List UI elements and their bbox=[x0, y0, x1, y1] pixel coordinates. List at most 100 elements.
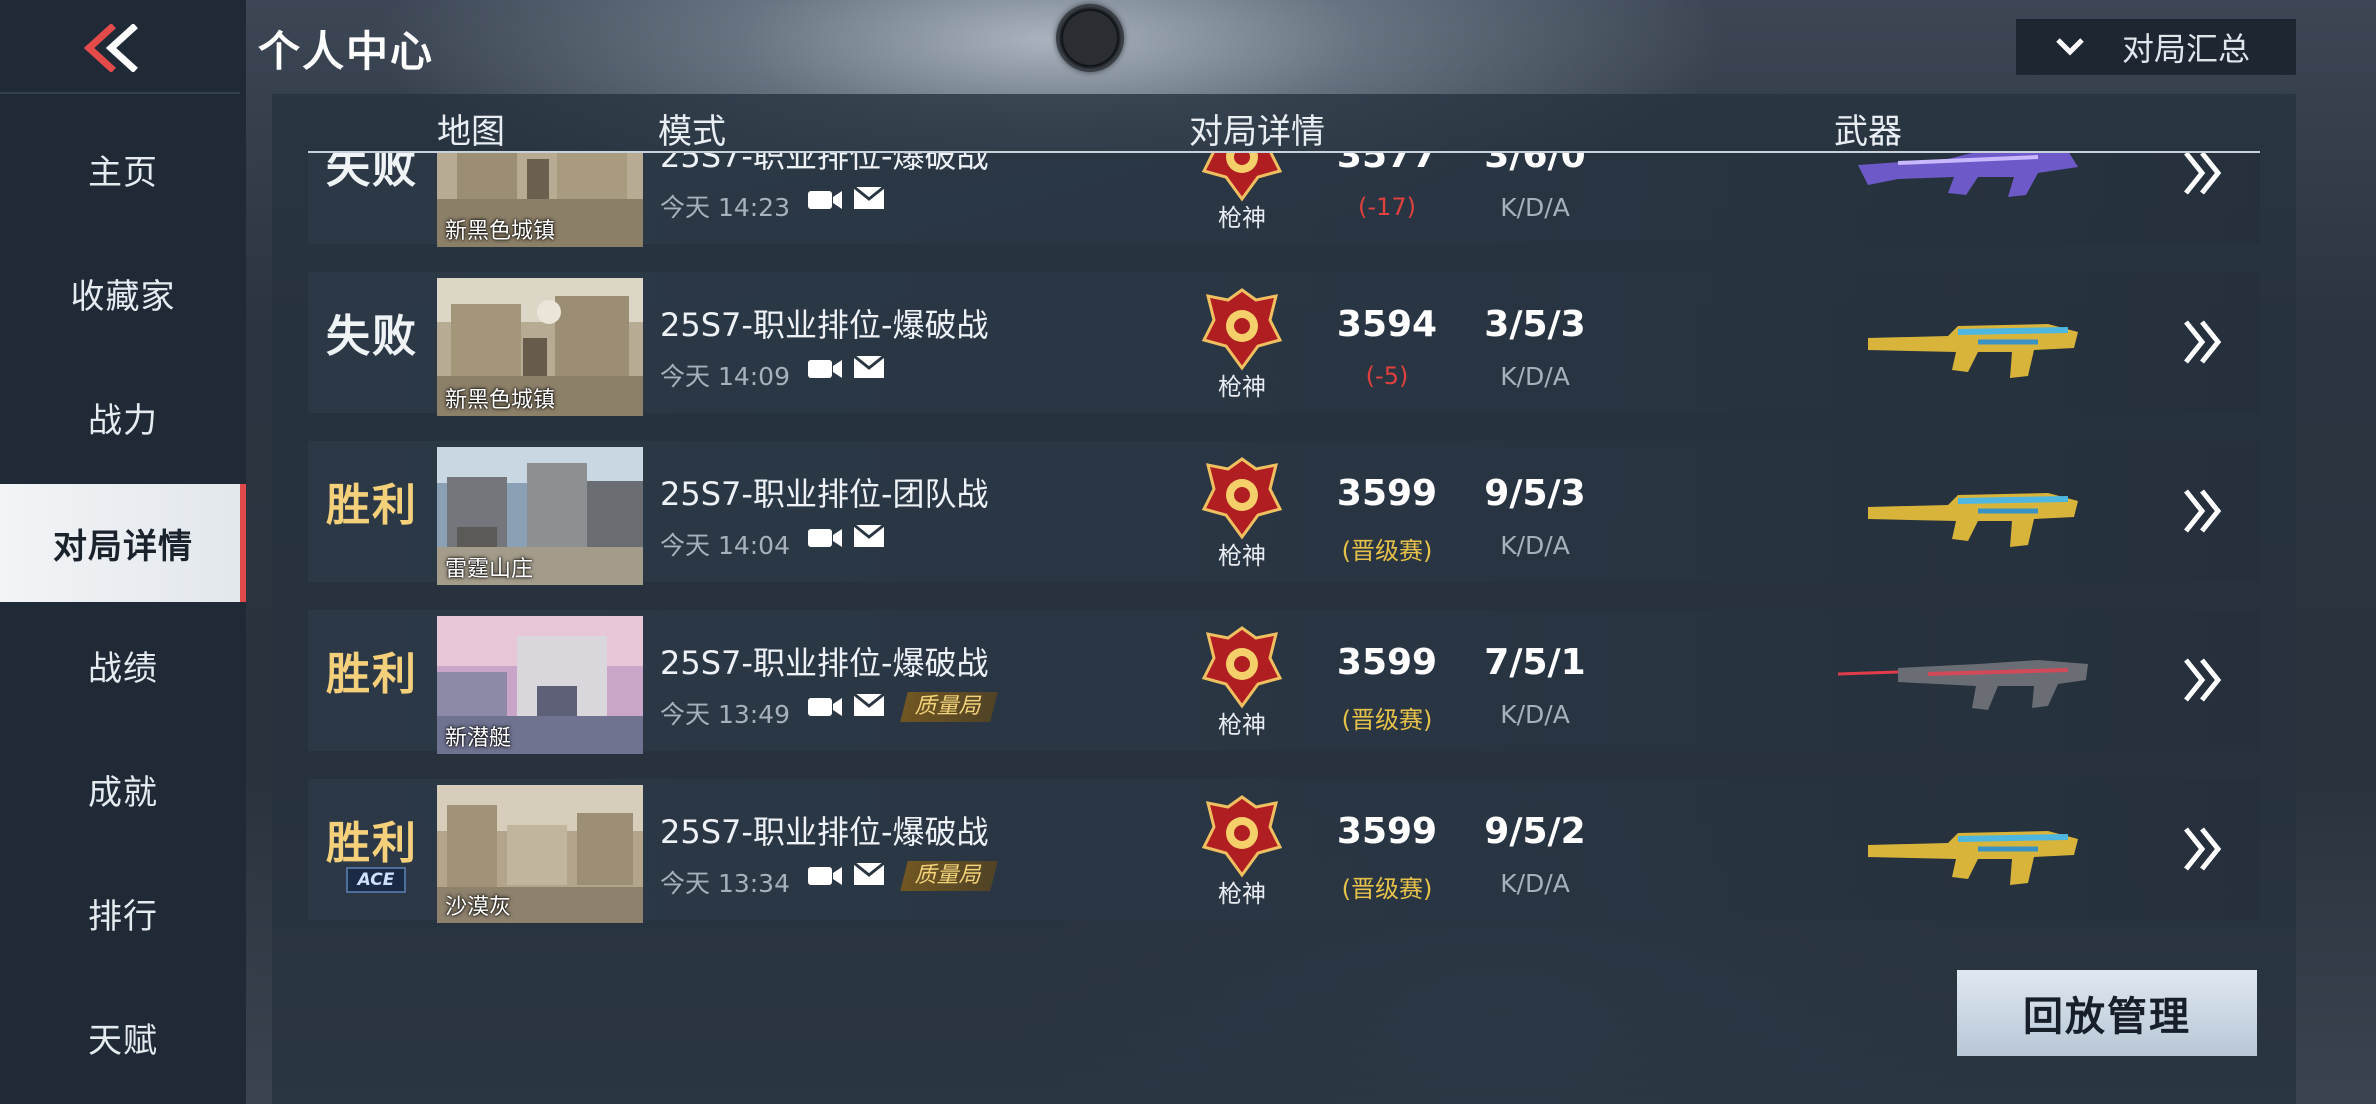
envelope-icon[interactable] bbox=[852, 183, 886, 213]
mode-label: 25S7-职业排位-团队战 bbox=[660, 475, 989, 513]
weapon-image bbox=[1868, 324, 2078, 378]
rank-score: 3599 bbox=[1336, 811, 1438, 852]
match-time: 今天 14:04 bbox=[660, 531, 790, 560]
map-thumbnail: 沙漠灰 bbox=[437, 785, 643, 923]
envelope-icon[interactable] bbox=[852, 859, 886, 889]
sidebar-item-power[interactable]: 战力 bbox=[0, 378, 246, 456]
rank-label: 枪神 bbox=[1218, 711, 1266, 739]
sidebar-item-ranking[interactable]: 排行 bbox=[0, 874, 246, 952]
kda-value: 9/5/2 bbox=[1484, 811, 1586, 852]
map-name: 沙漠灰 bbox=[445, 895, 512, 920]
sidebar-item-home[interactable]: 主页 bbox=[0, 130, 246, 208]
video-camera-icon[interactable] bbox=[806, 354, 844, 382]
video-camera-icon[interactable] bbox=[806, 861, 844, 889]
map-thumbnail: 新黑色城镇 bbox=[437, 278, 643, 416]
kda-label: K/D/A bbox=[1500, 362, 1570, 391]
map-thumbnail: 雷霆山庄 bbox=[437, 447, 643, 585]
rank-label: 枪神 bbox=[1218, 880, 1266, 908]
double-chevron-right-icon[interactable] bbox=[2178, 485, 2228, 537]
weapon-image bbox=[1858, 153, 2078, 197]
sidebar-item-talent[interactable]: 天赋 bbox=[0, 998, 246, 1076]
table-row[interactable]: 胜利 ACE 沙漠灰 25S7-职业排位-爆破战 今天 13:34 质量局 枪神… bbox=[308, 779, 2260, 923]
double-chevron-right-icon[interactable] bbox=[2178, 654, 2228, 706]
match-summary-dropdown[interactable]: 对局汇总 bbox=[2016, 19, 2296, 75]
score-change: (晋级赛) bbox=[1341, 537, 1433, 565]
kda-value: 7/5/1 bbox=[1484, 642, 1586, 683]
kda-label: K/D/A bbox=[1500, 531, 1570, 560]
weapon-image bbox=[1838, 660, 2088, 710]
table-row[interactable]: 胜利 新潜艇 25S7-职业排位-爆破战 今天 13:49 质量局 枪神 359… bbox=[308, 610, 2260, 754]
envelope-icon[interactable] bbox=[852, 690, 886, 720]
video-camera-icon[interactable] bbox=[806, 185, 844, 213]
sidebar-item-record[interactable]: 战绩 bbox=[0, 626, 246, 704]
match-list[interactable]: 失败 新黑色城镇 25S7-职业排位-爆破战 今天 14:23 枪神 3577 … bbox=[308, 153, 2260, 953]
sidebar-item-match-details[interactable]: 对局详情 bbox=[0, 484, 246, 602]
rank-label: 枪神 bbox=[1218, 542, 1266, 570]
result-label: 胜利 bbox=[326, 818, 418, 869]
weapon-image bbox=[1868, 493, 2078, 547]
kda-value: 9/5/3 bbox=[1484, 473, 1586, 514]
video-camera-icon[interactable] bbox=[806, 692, 844, 720]
page-title: 个人中心 bbox=[258, 27, 435, 76]
rank-score: 3599 bbox=[1336, 642, 1438, 683]
rank-emblem-icon bbox=[1201, 795, 1283, 878]
video-camera-icon[interactable] bbox=[806, 523, 844, 551]
match-time: 今天 13:34 bbox=[660, 869, 790, 898]
column-header-map: 地图 bbox=[437, 112, 505, 152]
map-thumbnail: 新黑色城镇 bbox=[437, 153, 643, 247]
envelope-icon[interactable] bbox=[852, 521, 886, 551]
ace-badge: ACE bbox=[346, 867, 406, 893]
rank-score: 3599 bbox=[1336, 473, 1438, 514]
rank-label: 枪神 bbox=[1218, 204, 1266, 232]
rank-emblem-icon bbox=[1201, 288, 1283, 371]
map-name: 新黑色城镇 bbox=[445, 388, 556, 413]
column-header-details: 对局详情 bbox=[1189, 112, 1325, 152]
map-name: 雷霆山庄 bbox=[445, 557, 534, 582]
envelope-icon[interactable] bbox=[852, 352, 886, 382]
mode-label: 25S7-职业排位-爆破战 bbox=[660, 306, 989, 344]
score-change: (-5) bbox=[1365, 362, 1409, 390]
double-chevron-right-icon[interactable] bbox=[2178, 153, 2228, 199]
kda-value: 3/5/3 bbox=[1484, 304, 1586, 345]
table-row[interactable]: 胜利 雷霆山庄 25S7-职业排位-团队战 今天 14:04 枪神 3599 (… bbox=[308, 441, 2260, 585]
back-button[interactable] bbox=[78, 20, 144, 76]
result-label: 失败 bbox=[326, 153, 418, 193]
chevron-down-icon bbox=[2050, 36, 2090, 58]
kda-label: K/D/A bbox=[1500, 193, 1570, 222]
rank-label: 枪神 bbox=[1218, 373, 1266, 401]
rank-emblem-icon bbox=[1201, 153, 1283, 202]
rank-emblem-icon bbox=[1201, 626, 1283, 709]
table-row[interactable]: 失败 新黑色城镇 25S7-职业排位-爆破战 今天 14:09 枪神 3594 … bbox=[308, 272, 2260, 416]
rank-emblem-icon bbox=[1201, 457, 1283, 540]
sidebar-divider bbox=[0, 92, 240, 94]
kda-label: K/D/A bbox=[1500, 869, 1570, 898]
map-name: 新黑色城镇 bbox=[445, 219, 556, 244]
match-time: 今天 14:09 bbox=[660, 362, 790, 391]
quality-match-badge: 质量局 bbox=[900, 861, 998, 891]
sidebar-item-collector[interactable]: 收藏家 bbox=[0, 254, 246, 332]
result-label: 失败 bbox=[326, 311, 418, 362]
match-time: 今天 14:23 bbox=[660, 193, 790, 222]
mode-label: 25S7-职业排位-爆破战 bbox=[660, 813, 989, 851]
map-thumbnail: 新潜艇 bbox=[437, 616, 643, 754]
column-header-mode: 模式 bbox=[658, 112, 726, 152]
double-chevron-right-icon[interactable] bbox=[2178, 823, 2228, 875]
result-label: 胜利 bbox=[326, 480, 418, 531]
dropdown-label: 对局汇总 bbox=[2122, 30, 2251, 68]
kda-label: K/D/A bbox=[1500, 700, 1570, 729]
replay-management-button[interactable]: 回放管理 bbox=[1957, 970, 2257, 1056]
rank-score: 3594 bbox=[1336, 304, 1438, 345]
table-row[interactable]: 失败 新黑色城镇 25S7-职业排位-爆破战 今天 14:23 枪神 3577 … bbox=[308, 153, 2260, 247]
score-change: (晋级赛) bbox=[1341, 706, 1433, 734]
match-time: 今天 13:49 bbox=[660, 700, 790, 729]
rank-score: 3577 bbox=[1336, 153, 1438, 176]
map-name: 新潜艇 bbox=[445, 726, 512, 751]
sidebar-item-achievements[interactable]: 成就 bbox=[0, 750, 246, 828]
double-chevron-left-icon bbox=[83, 24, 138, 72]
kda-value: 3/6/0 bbox=[1484, 153, 1586, 176]
result-label: 胜利 bbox=[326, 649, 418, 700]
mode-label: 25S7-职业排位-爆破战 bbox=[660, 644, 989, 682]
double-chevron-right-icon[interactable] bbox=[2178, 316, 2228, 368]
score-change: (-17) bbox=[1358, 193, 1416, 221]
record-button[interactable] bbox=[1056, 4, 1124, 72]
